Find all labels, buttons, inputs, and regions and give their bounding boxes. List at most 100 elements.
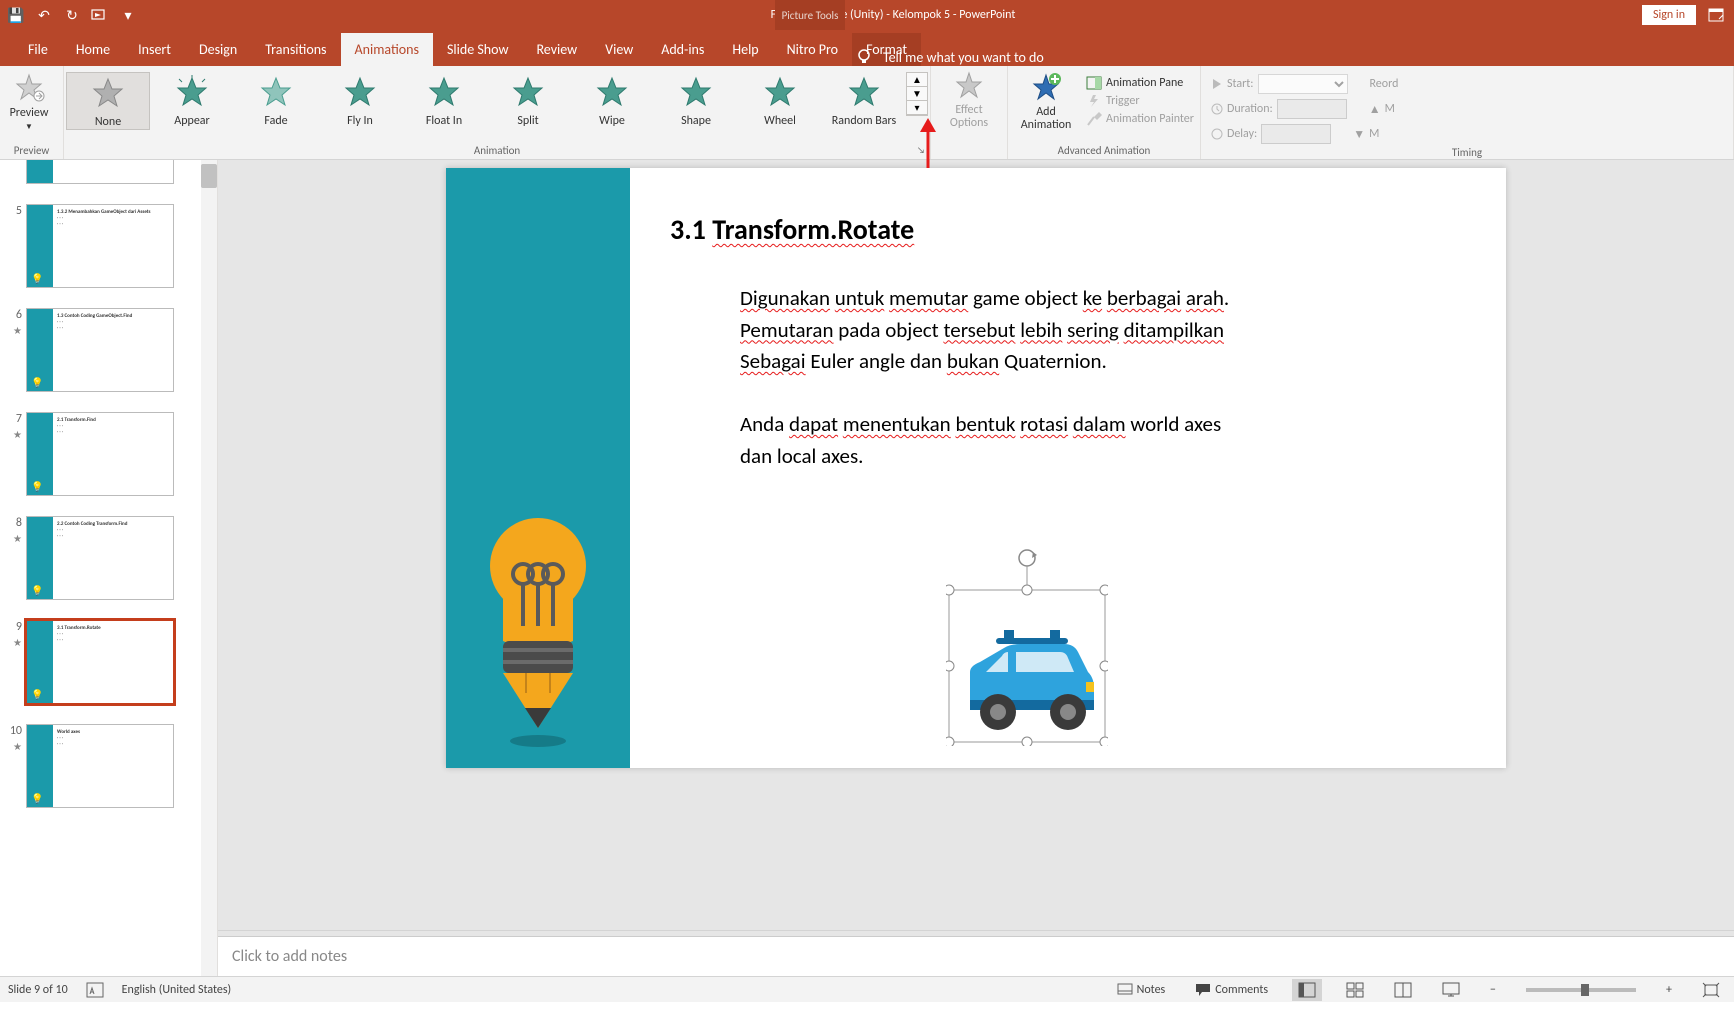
zoom-slider[interactable]	[1526, 988, 1636, 992]
preview-button[interactable]: Preview ▼	[2, 72, 56, 132]
animation-painter-button: Animation Painter	[1082, 110, 1198, 128]
group-timing-label: Timing	[1203, 146, 1731, 161]
quick-access-toolbar: 💾 ↶ ↻ ▾	[0, 5, 144, 25]
fit-to-window-button[interactable]	[1696, 979, 1726, 1001]
gallery-expand[interactable]: ▾	[907, 101, 927, 115]
slide-indicator[interactable]: Slide 9 of 10	[8, 983, 68, 997]
slide-canvas[interactable]: 3.1 Transform.Rotate Digunakan untuk mem…	[218, 160, 1734, 930]
window-title: Find and Rotate (Unity) - Kelompok 5 - P…	[144, 8, 1642, 22]
anim-split[interactable]: Split	[486, 72, 570, 128]
title-bar: 💾 ↶ ↻ ▾ Picture Tools Find and Rotate (U…	[0, 0, 1734, 30]
group-advanced-label: Advanced Animation	[1010, 144, 1198, 159]
tab-transitions[interactable]: Transitions	[251, 33, 340, 66]
undo-icon[interactable]: ↶	[34, 5, 54, 25]
ribbon-tabs: File Home Insert Design Transitions Anim…	[0, 30, 1734, 66]
tab-view[interactable]: View	[591, 33, 647, 66]
redo-icon[interactable]: ↻	[62, 5, 82, 25]
delay-clock-icon	[1211, 128, 1223, 140]
save-icon[interactable]: 💾	[6, 5, 26, 25]
thumbnail-pane[interactable]: 5 1.3.2 Menambahkan GameObject dari Asse…	[0, 160, 218, 976]
thumbnail-slide-10[interactable]: 10★ World axes· · ·· · · 💡	[0, 718, 217, 822]
anim-shape[interactable]: Shape	[654, 72, 738, 128]
timing-start-row: Start: Reord	[1207, 72, 1403, 96]
tab-slideshow[interactable]: Slide Show	[433, 33, 522, 66]
painter-icon	[1086, 112, 1102, 126]
star-split-icon	[510, 74, 546, 110]
group-animation: None Appear Fade Fly In Float In Split	[64, 66, 931, 159]
duration-input	[1277, 99, 1347, 119]
slide-sorter-button[interactable]	[1340, 979, 1370, 1001]
language-indicator[interactable]: English (United States)	[122, 983, 232, 997]
zoom-in-button[interactable]: +	[1660, 983, 1678, 997]
zoom-out-button[interactable]: −	[1484, 983, 1502, 997]
ribbon-display-options-icon[interactable]	[1706, 5, 1726, 25]
anim-floatin[interactable]: Float In	[402, 72, 486, 128]
notes-placeholder: Click to add notes	[232, 947, 347, 966]
thumbnail-slide-5[interactable]: 5 1.3.2 Menambahkan GameObject dari Asse…	[0, 198, 217, 302]
ribbon-content: Preview ▼ Preview None Appear Fade Fly I…	[0, 66, 1734, 160]
main-area: 5 1.3.2 Menambahkan GameObject dari Asse…	[0, 160, 1734, 976]
gallery-scroll: ▲ ▼ ▾	[906, 72, 928, 116]
slideshow-view-button[interactable]	[1436, 979, 1466, 1001]
thumbnail-slide-7[interactable]: 7★ 2.1 Transform.Find· · ·· · · 💡	[0, 406, 217, 510]
spellcheck-icon[interactable]	[86, 982, 104, 998]
add-animation-button[interactable]: Add Animation	[1010, 72, 1082, 132]
gallery-scroll-up[interactable]: ▲	[907, 73, 927, 87]
star-appear-icon	[174, 74, 210, 110]
tab-animations[interactable]: Animations	[341, 33, 433, 66]
preview-label: Preview	[10, 106, 49, 120]
timing-delay-row: Delay: ▼ M	[1207, 122, 1383, 146]
group-advanced-animation: Add Animation Animation Pane Trigger Ani…	[1008, 66, 1201, 159]
picture-tools-contextual: Picture Tools	[775, 0, 845, 30]
star-effect-icon	[953, 70, 985, 102]
anim-appear[interactable]: Appear	[150, 72, 234, 128]
thumbnail-slide-8[interactable]: 8★ 2.2 Contoh Coding Transform.Find· · ·…	[0, 510, 217, 614]
notes-toggle[interactable]: Notes	[1111, 983, 1172, 997]
tab-insert[interactable]: Insert	[124, 33, 185, 66]
normal-view-button[interactable]	[1292, 979, 1322, 1001]
anim-wipe[interactable]: Wipe	[570, 72, 654, 128]
sign-in-button[interactable]: Sign in	[1642, 5, 1696, 25]
animation-pane-icon	[1086, 76, 1102, 90]
comments-toggle[interactable]: Comments	[1189, 983, 1274, 997]
anim-wheel[interactable]: Wheel	[738, 72, 822, 128]
anim-none[interactable]: None	[66, 72, 150, 130]
group-preview: Preview ▼ Preview	[0, 66, 64, 159]
trigger-icon	[1086, 94, 1102, 108]
clock-icon	[1211, 103, 1223, 115]
anim-randombars[interactable]: Random Bars	[822, 72, 906, 128]
tell-me-search[interactable]: Tell me what you want to do	[855, 48, 1044, 66]
timing-duration-row: Duration: ▲ M	[1207, 97, 1399, 121]
gallery-scroll-down[interactable]: ▼	[907, 87, 927, 101]
tell-me-label: Tell me what you want to do	[883, 49, 1044, 66]
selected-car-object[interactable]	[946, 546, 1108, 746]
qat-customize-icon[interactable]: ▾	[118, 5, 138, 25]
slide-accent-bar	[446, 168, 630, 768]
lightbulb-icon	[855, 48, 873, 66]
animation-dialog-launcher[interactable]: ↘	[914, 143, 928, 157]
anim-flyin[interactable]: Fly In	[318, 72, 402, 128]
tab-nitro[interactable]: Nitro Pro	[773, 33, 852, 66]
thumbnail-scrollbar[interactable]	[201, 160, 217, 976]
start-from-beginning-icon[interactable]	[90, 5, 110, 25]
lightbulb-pencil-icon	[483, 496, 593, 756]
anim-fade[interactable]: Fade	[234, 72, 318, 128]
notes-icon	[1117, 983, 1133, 997]
star-add-icon	[1030, 72, 1062, 104]
tab-home[interactable]: Home	[62, 33, 124, 66]
reorder-label: Reord	[1370, 77, 1399, 91]
tab-help[interactable]: Help	[718, 33, 772, 66]
tab-file[interactable]: File	[14, 33, 62, 66]
slide-body: 3.1 Transform.Rotate Digunakan untuk mem…	[630, 168, 1506, 768]
thumbnail-slide-6[interactable]: 6★ 1.3 Contoh Coding GameObject.Find· · …	[0, 302, 217, 406]
notes-pane[interactable]: Click to add notes	[218, 936, 1734, 976]
star-shape-icon	[678, 74, 714, 110]
star-floatin-icon	[426, 74, 462, 110]
animation-pane-button[interactable]: Animation Pane	[1082, 74, 1198, 92]
reading-view-button[interactable]	[1388, 979, 1418, 1001]
thumbnail-slide-9[interactable]: 9★ 3.1 Transform.Rotate· · ·· · · 💡	[0, 614, 217, 718]
tab-addins[interactable]: Add-ins	[647, 33, 718, 66]
group-timing: Start: Reord Duration: ▲ M Delay: ▼ M Ti…	[1201, 66, 1734, 159]
tab-review[interactable]: Review	[522, 33, 591, 66]
tab-design[interactable]: Design	[185, 33, 251, 66]
